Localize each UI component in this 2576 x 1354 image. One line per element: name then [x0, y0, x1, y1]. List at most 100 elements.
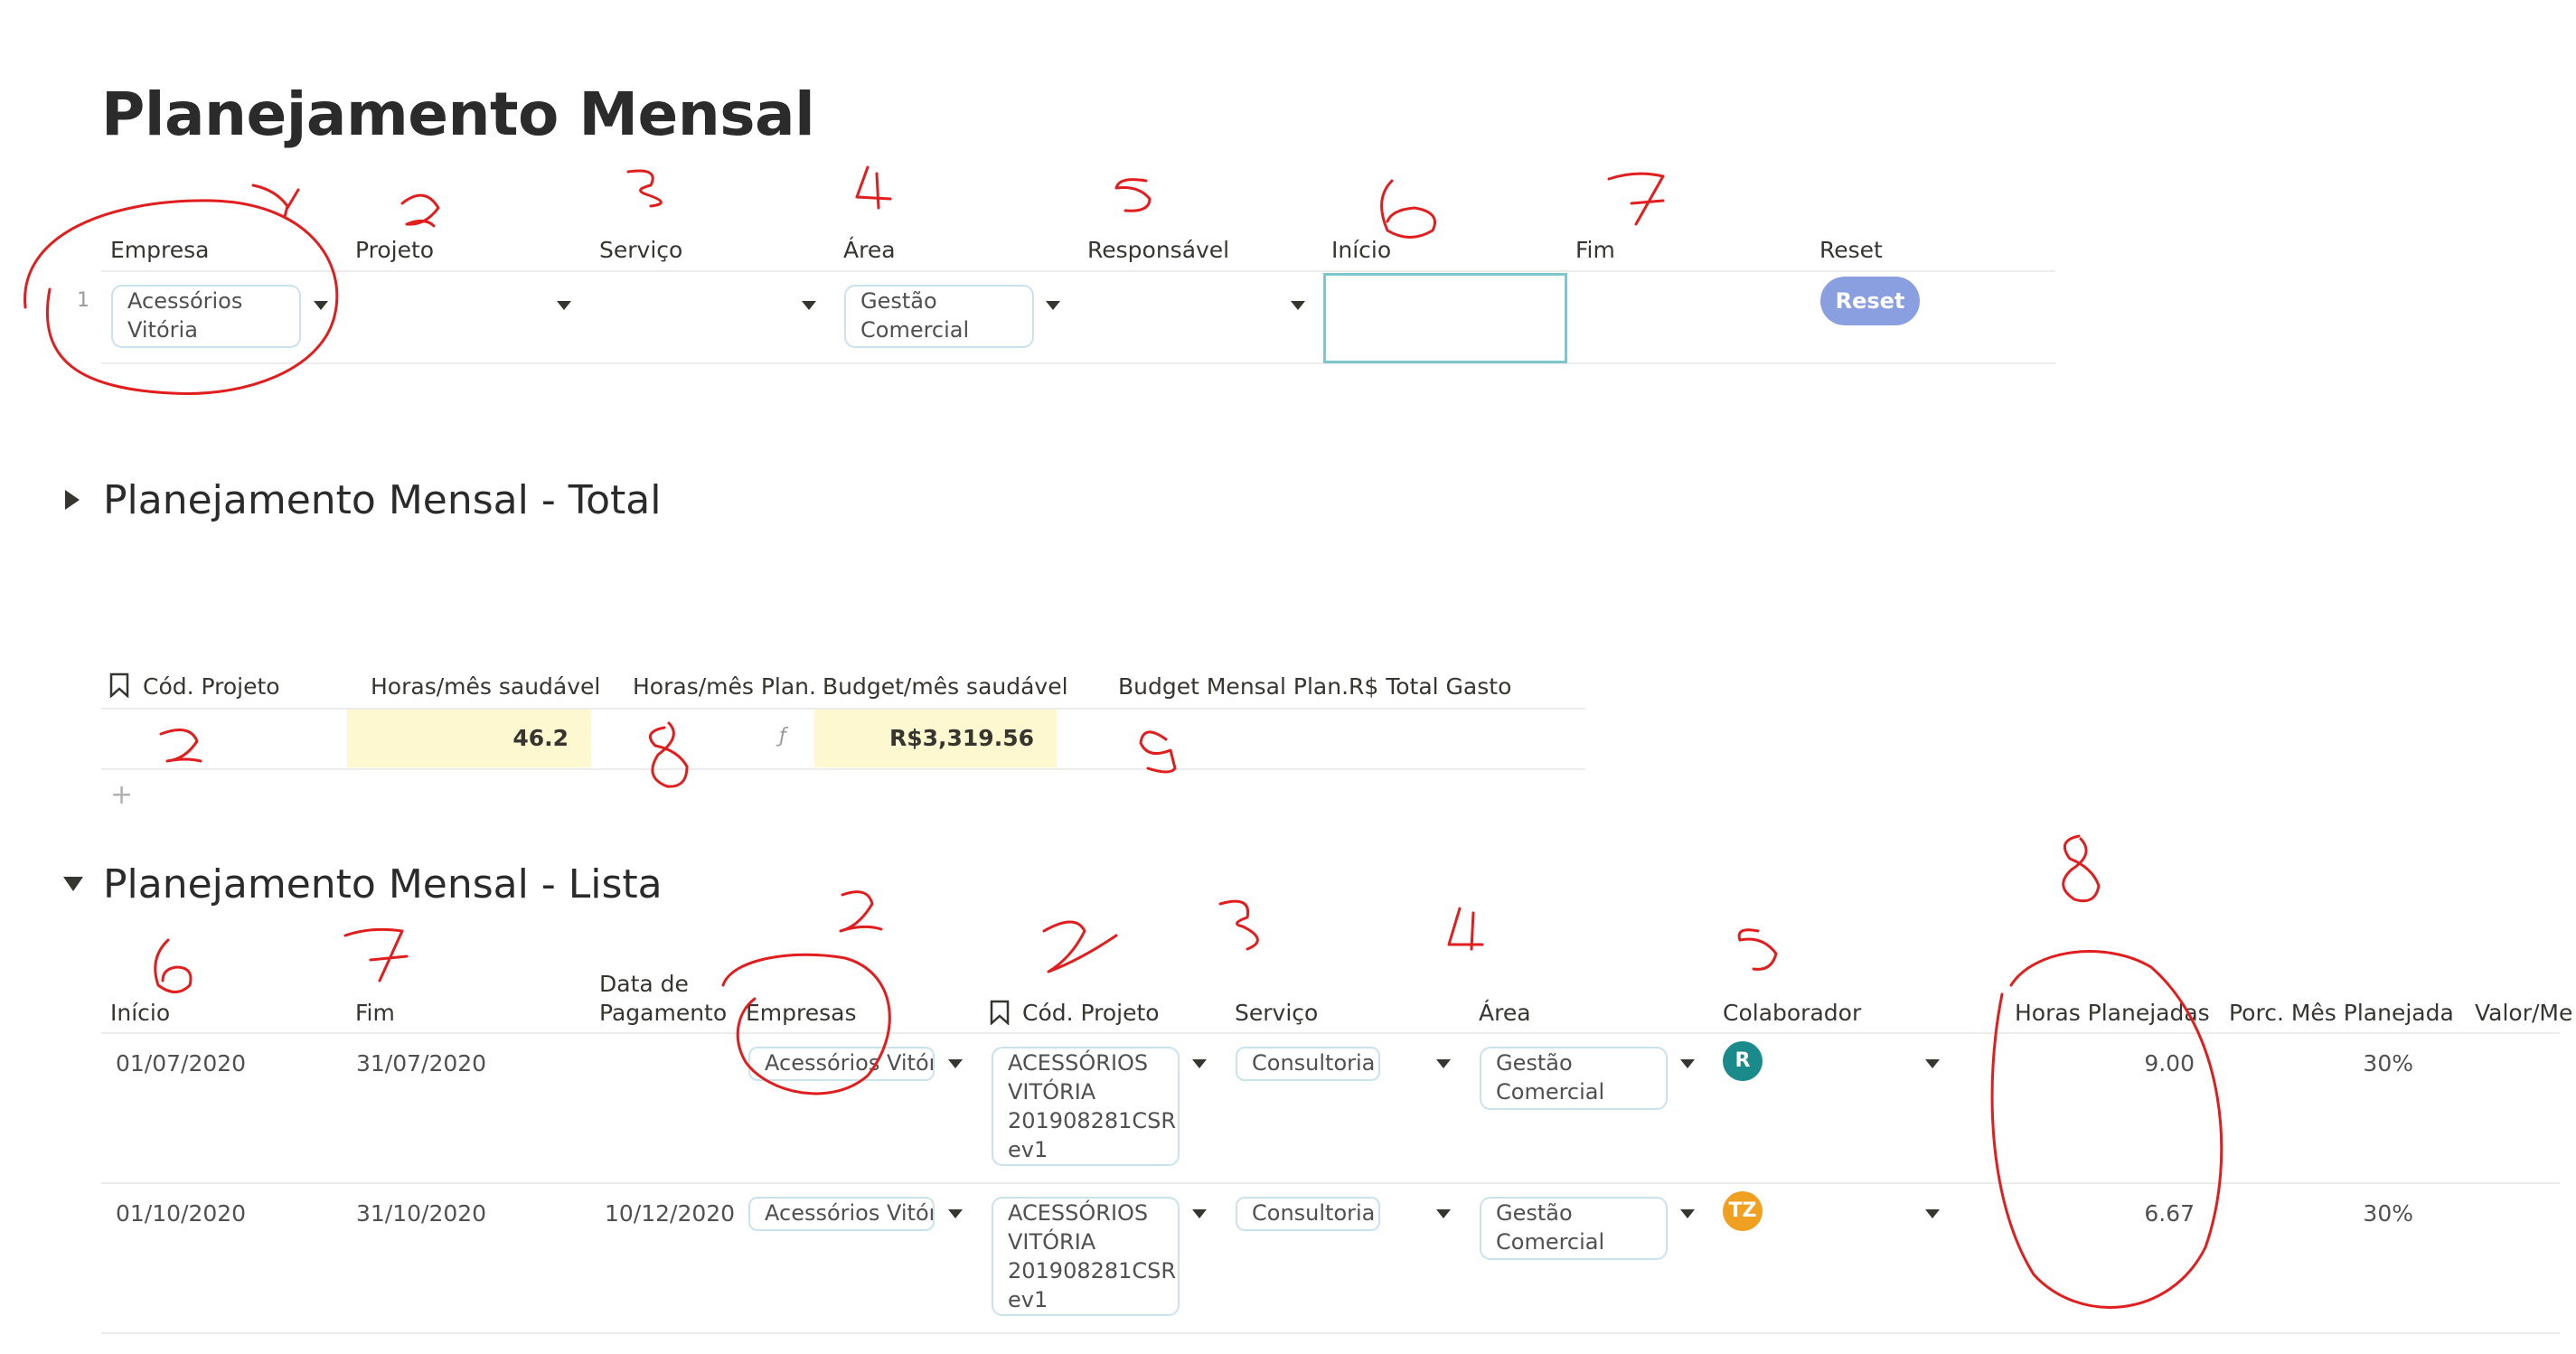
- annotation-number-9-total: [1139, 730, 1177, 774]
- bookmark-icon: [109, 672, 129, 698]
- list-header-horas-planejadas: Horas Planejadas: [2015, 1000, 2210, 1026]
- cod-projeto-tag[interactable]: ACESSÓRIOS VITÓRIA 201908281CSR ev1: [992, 1047, 1180, 1166]
- projeto-dropdown-icon[interactable]: [557, 301, 571, 310]
- cell-horas-planejadas: 6.67: [2144, 1200, 2195, 1227]
- empresa-dropdown-icon[interactable]: [948, 1059, 963, 1068]
- colaborador-dropdown-icon[interactable]: [1925, 1209, 1940, 1218]
- annotation-number-2-total: [159, 729, 202, 763]
- annotation-number-1: [251, 183, 300, 219]
- budget-saudavel-value: R$3,319.56: [888, 725, 1034, 751]
- page-title: Planejamento Mensal: [101, 80, 815, 149]
- formula-icon: ƒ: [779, 725, 786, 748]
- avatar[interactable]: TZ: [1723, 1191, 1763, 1231]
- list-section-title: Planejamento Mensal - Lista: [103, 861, 663, 907]
- cod-projeto-dropdown-icon[interactable]: [1192, 1209, 1207, 1218]
- reset-button[interactable]: Reset: [1820, 277, 1920, 325]
- area-tag[interactable]: Gestão Comercial: [1480, 1047, 1668, 1110]
- list-header-fim: Fim: [355, 1000, 395, 1026]
- servico-tag[interactable]: Consultoria: [1236, 1197, 1380, 1231]
- total-section-title: Planejamento Mensal - Total: [103, 477, 662, 523]
- area-select[interactable]: Gestão Comercial: [844, 285, 1034, 348]
- servico-dropdown-icon[interactable]: [1436, 1209, 1451, 1218]
- list-header-valor: Valor/Me: [2475, 1000, 2573, 1026]
- list-header-data-pagamento-line2: Pagamento: [599, 1000, 728, 1026]
- list-header-cod-projeto: Cód. Projeto: [1022, 1000, 1160, 1026]
- header-budget-saudavel: Budget/mês saudável: [823, 673, 1068, 700]
- responsavel-dropdown-icon[interactable]: [1291, 301, 1305, 310]
- list-row-divider: [101, 1332, 2560, 1334]
- header-cod-projeto: Cód. Projeto: [143, 673, 280, 700]
- annotation-number-4: [855, 165, 892, 210]
- area-dropdown-icon[interactable]: [1680, 1059, 1695, 1068]
- filter-row-divider: [101, 362, 2055, 364]
- annotation-number-5-list: [1737, 928, 1778, 971]
- header-horas-saudavel: Horas/mês saudável: [371, 673, 601, 700]
- area-tag[interactable]: Gestão Comercial: [1480, 1197, 1668, 1260]
- annotation-number-6: [1380, 179, 1436, 239]
- list-header-empresas: Empresas: [746, 1000, 857, 1026]
- annotation-number-2-list-empresas: [839, 890, 883, 933]
- header-inicio: Início: [1331, 237, 1392, 263]
- annotation-number-5: [1114, 178, 1152, 212]
- annotation-number-2: [400, 193, 440, 228]
- header-area: Área: [843, 237, 896, 263]
- cell-inicio: 01/10/2020: [116, 1200, 247, 1227]
- header-fim: Fim: [1575, 237, 1615, 263]
- header-responsavel: Responsável: [1087, 237, 1230, 263]
- header-reset: Reset: [1819, 237, 1883, 263]
- toggle-expanded-icon[interactable]: [63, 877, 83, 891]
- inicio-date-input[interactable]: [1323, 273, 1567, 363]
- cell-inicio: 01/07/2020: [116, 1050, 247, 1077]
- toggle-collapsed-icon[interactable]: [65, 490, 80, 510]
- cell-fim: 31/10/2020: [356, 1200, 487, 1227]
- annotation-number-8-list: [2062, 834, 2101, 903]
- annotation-number-3-list: [1218, 899, 1259, 951]
- colaborador-dropdown-icon[interactable]: [1925, 1059, 1940, 1068]
- servico-dropdown-icon[interactable]: [1436, 1059, 1451, 1068]
- annotation-number-3: [626, 169, 663, 208]
- servico-dropdown-icon[interactable]: [802, 301, 816, 310]
- annotation-number-4-list: [1447, 907, 1484, 951]
- cell-porc-mes: 30%: [2363, 1050, 2413, 1077]
- cell-horas-planejadas: 9.00: [2144, 1050, 2195, 1077]
- empresa-dropdown-icon[interactable]: [314, 301, 328, 310]
- empresa-tag[interactable]: Acessórios Vitória: [748, 1197, 935, 1231]
- list-row-divider: [101, 1182, 2560, 1184]
- avatar[interactable]: R: [1723, 1041, 1763, 1081]
- cell-fim: 31/07/2020: [356, 1050, 487, 1077]
- list-header-inicio: Início: [110, 1000, 171, 1026]
- empresa-dropdown-icon[interactable]: [948, 1209, 963, 1218]
- servico-tag[interactable]: Consultoria: [1236, 1047, 1380, 1081]
- filter-header-divider: [101, 270, 2055, 272]
- annotation-number-8-total: [648, 721, 689, 788]
- cell-porc-mes: 30%: [2363, 1200, 2413, 1227]
- list-header-servico: Serviço: [1235, 1000, 1319, 1026]
- area-dropdown-icon[interactable]: [1680, 1209, 1695, 1218]
- list-header-divider: [101, 1032, 2560, 1034]
- add-row-icon[interactable]: +: [110, 779, 133, 811]
- list-header-data-pagamento-line1: Data de: [599, 971, 689, 997]
- header-horas-plan: Horas/mês Plan.: [633, 673, 816, 700]
- horas-saudavel-value: 46.2: [512, 725, 569, 751]
- cell-data-pagamento: 10/12/2020: [605, 1200, 736, 1227]
- header-projeto: Projeto: [355, 237, 435, 263]
- cod-projeto-dropdown-icon[interactable]: [1192, 1059, 1207, 1068]
- empresa-tag[interactable]: Acessórios Vitória: [748, 1047, 935, 1081]
- row-number: 1: [77, 289, 89, 312]
- list-header-colaborador: Colaborador: [1723, 1000, 1862, 1026]
- header-servico: Serviço: [599, 237, 683, 263]
- area-dropdown-icon[interactable]: [1046, 301, 1060, 310]
- annotation-number-7-list: [343, 927, 409, 983]
- total-row-divider: [101, 768, 1585, 770]
- header-budget-mensal-plan: Budget Mensal Plan.: [1118, 673, 1349, 700]
- annotation-number-7: [1607, 172, 1665, 226]
- cod-projeto-tag[interactable]: ACESSÓRIOS VITÓRIA 201908281CSR ev1: [992, 1197, 1180, 1316]
- empresa-select[interactable]: Acessórios Vitória: [111, 285, 301, 348]
- bookmark-icon: [990, 1000, 1010, 1025]
- header-empresa: Empresa: [110, 237, 210, 263]
- list-header-porc-mes: Porc. Mês Planejada: [2229, 1000, 2454, 1026]
- annotation-number-2-list-cod: [1042, 920, 1118, 973]
- annotation-number-6-list: [154, 938, 193, 993]
- list-header-area: Área: [1479, 1000, 1531, 1026]
- header-total-gasto: R$ Total Gasto: [1349, 673, 1512, 700]
